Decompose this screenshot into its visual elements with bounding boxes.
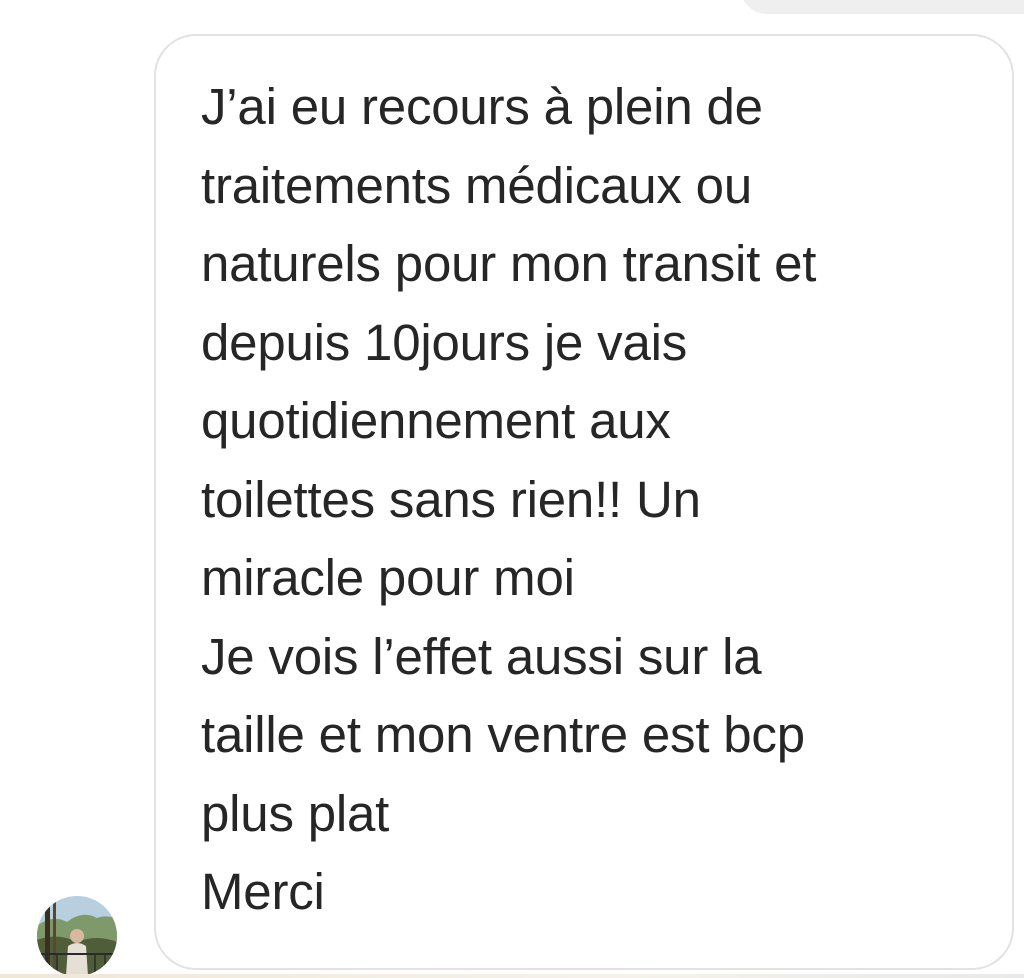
message-line: toilettes sans rien!! Un [201, 470, 701, 528]
sender-avatar[interactable] [37, 896, 117, 976]
message-line: miracle pour moi [201, 549, 575, 606]
message-line: naturels pour mon transit et [201, 235, 817, 292]
message-line: traitements médicaux ou [201, 156, 752, 214]
profile-photo-avatar-icon [37, 896, 117, 976]
message-line: taille et mon ventre est bcp [201, 706, 805, 763]
message-line: depuis 10jours je vais [201, 313, 688, 371]
message-line: Je vois l’effet aussi sur la [201, 627, 762, 685]
bottom-edge-strip [0, 974, 1024, 978]
message-line: quotidiennement aux [201, 392, 671, 449]
message-line: Merci [201, 863, 325, 920]
message-line: plus plat [201, 784, 390, 842]
previous-message-bubble[interactable] [740, 0, 1024, 14]
message-line: J’ai eu recours à plein de [201, 78, 763, 135]
message-text: J’ai eu recours à plein de traitements m… [201, 68, 991, 932]
chat-screen: J’ai eu recours à plein de traitements m… [0, 0, 1024, 978]
